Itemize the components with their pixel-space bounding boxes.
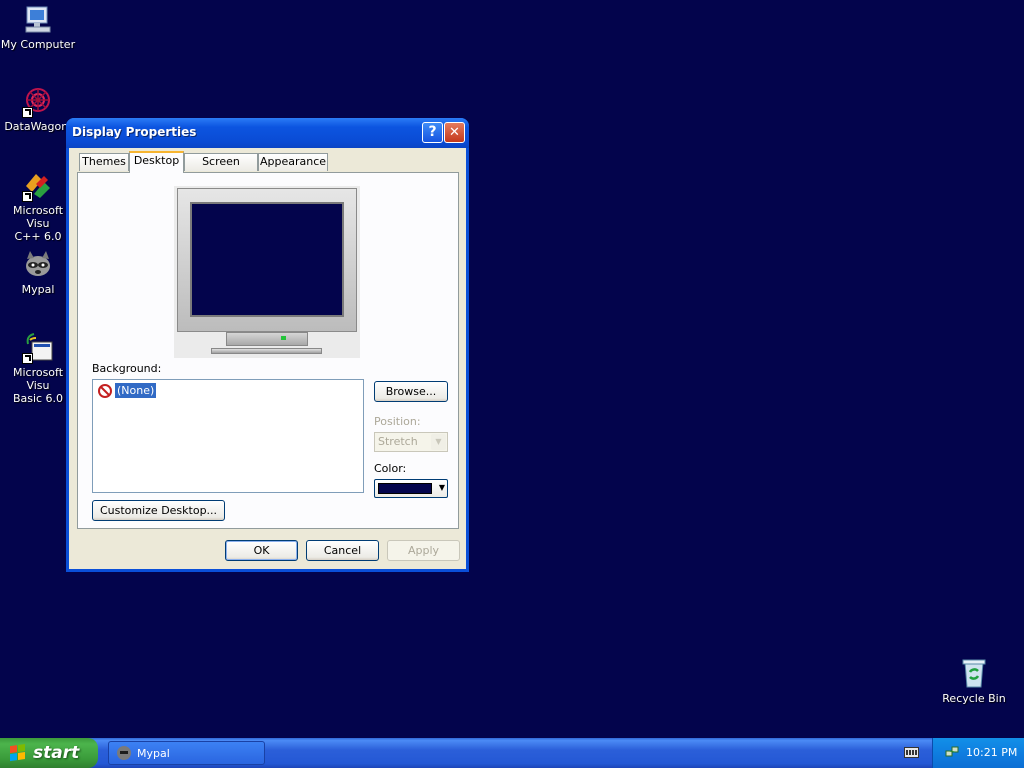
position-select[interactable]: Stretch ▼ [374,432,448,452]
help-icon: ? [428,124,437,140]
customize-desktop-button[interactable]: Customize Desktop... [92,500,225,521]
network-icon[interactable] [945,745,959,759]
desktop-icon-label: My Computer [0,38,76,51]
tab-desktop[interactable]: Desktop [129,151,184,173]
apply-button[interactable]: Apply [387,540,460,561]
shortcut-arrow-icon [22,107,33,118]
chevron-down-icon: ▼ [431,434,446,450]
color-swatch [378,483,432,494]
taskbar: start Mypal 10:21 PM [0,738,1024,768]
taskbar-button-mypal[interactable]: Mypal [108,741,265,765]
dialog-client-area: Themes Desktop Screen Saver Appearance B… [69,148,466,569]
system-tray: 10:21 PM [932,738,1024,768]
keyboard-icon[interactable] [904,747,919,758]
list-item-label: (None) [113,382,158,399]
desktop-icon-label: Microsoft Visu C++ 6.0 [12,204,64,243]
desktop-icon-visual-basic[interactable]: Microsoft Visu Basic 6.0 [0,332,76,405]
desktop-icon-label: Mypal [21,283,55,296]
background-listbox[interactable]: (None) [92,379,364,493]
help-button[interactable]: ? [422,122,443,143]
monitor-bezel [177,188,357,332]
background-label: Background: [92,362,162,375]
position-label: Position: [374,415,421,428]
visual-cpp-icon [22,170,54,202]
datawagon-icon [22,86,54,118]
desktop-icon-label: Microsoft Visu Basic 6.0 [12,366,64,405]
windows-logo-icon [10,744,26,762]
monitor-neck [226,332,308,346]
shortcut-arrow-icon [22,353,33,364]
desktop-icon-label: Recycle Bin [942,692,1006,705]
desktop-icon-datawagon[interactable]: DataWagon. [0,86,76,133]
visual-basic-icon [22,332,54,364]
browse-button[interactable]: Browse... [374,381,448,402]
close-button[interactable]: ✕ [444,122,465,143]
tab-themes[interactable]: Themes [79,153,129,171]
display-properties-window: Display Properties ? ✕ Themes Desktop Sc… [66,118,469,572]
desktop-icon-visual-cpp[interactable]: Microsoft Visu C++ 6.0 [0,170,76,243]
color-label: Color: [374,462,407,475]
desktop-tab-panel: Background: (None) Browse... Position: S… [77,172,459,529]
no-entry-icon [98,384,112,398]
desktop-icon-label: DataWagon. [4,120,72,133]
window-title: Display Properties [72,125,197,139]
start-button[interactable]: start [0,738,98,768]
computer-icon [22,4,54,36]
mypal-raccoon-icon [22,249,54,281]
tab-appearance[interactable]: Appearance [258,153,328,171]
start-label: start [33,743,80,763]
desktop-icon-recycle-bin[interactable]: Recycle Bin [936,658,1012,705]
monitor-preview [174,186,360,358]
tab-screen-saver[interactable]: Screen Saver [184,153,258,184]
desktop-icon-my-computer[interactable]: My Computer [0,4,76,51]
monitor-base [211,348,322,354]
ok-button[interactable]: OK [225,540,298,561]
monitor-power-led [281,336,286,340]
recycle-bin-icon [958,658,990,690]
desktop-icon-mypal[interactable]: Mypal [0,249,76,296]
color-picker-button[interactable]: ▼ [374,479,448,498]
clock[interactable]: 10:21 PM [966,746,1017,759]
monitor-preview-screen [190,202,344,317]
taskbar-button-label: Mypal [137,747,170,760]
shortcut-arrow-icon [22,191,33,202]
position-value: Stretch [378,435,418,448]
window-titlebar[interactable]: Display Properties ? ✕ [66,118,469,148]
close-icon: ✕ [449,125,460,140]
chevron-down-icon: ▼ [438,483,445,492]
cancel-button[interactable]: Cancel [306,540,379,561]
mypal-raccoon-icon [117,746,131,760]
